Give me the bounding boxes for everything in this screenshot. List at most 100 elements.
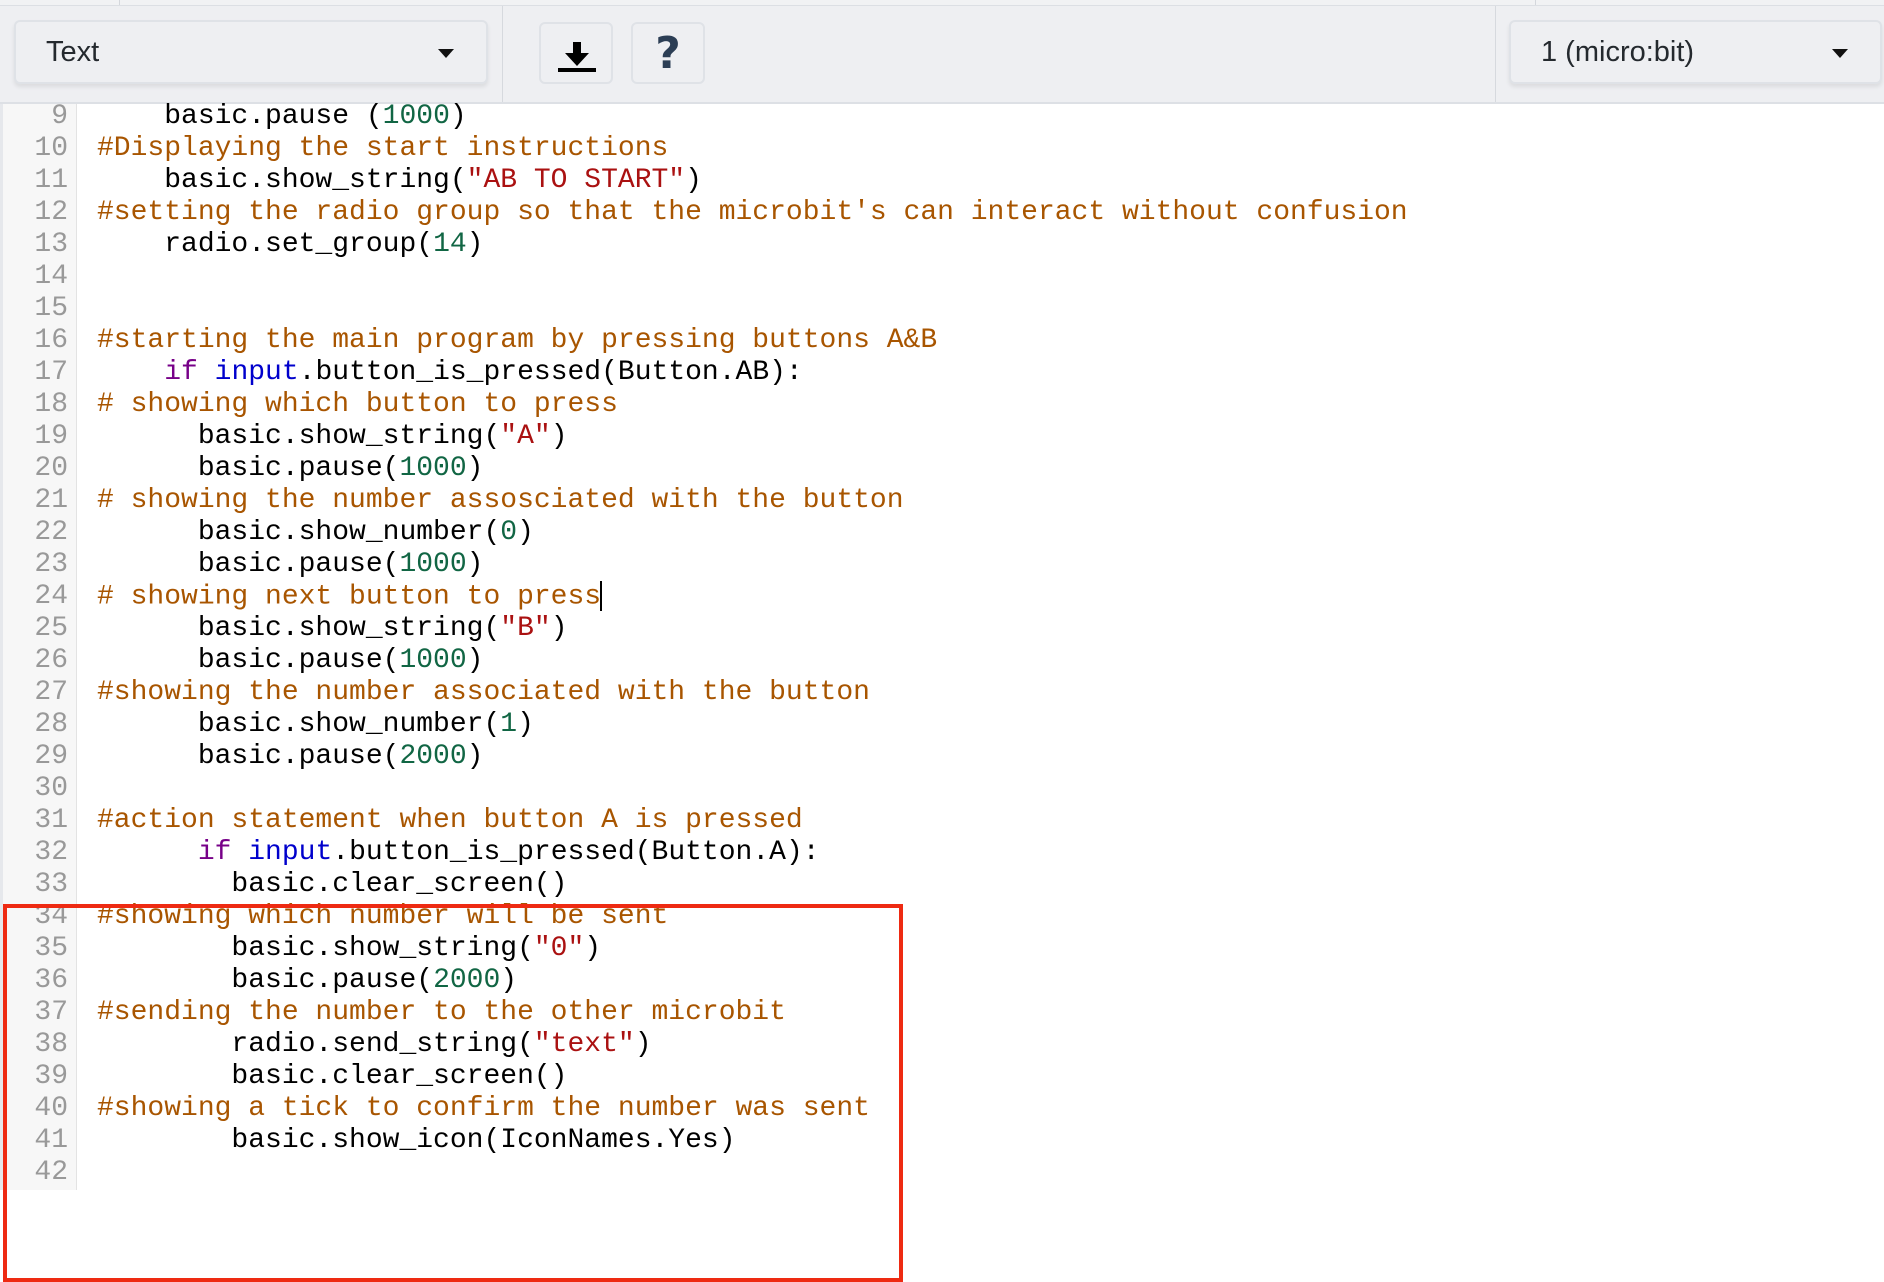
line-number: 42 xyxy=(34,1157,68,1188)
code-text: #showing which number will be sent xyxy=(97,901,668,933)
token-plain: basic.show_string( xyxy=(97,613,501,644)
code-text: basic.show_number(0) xyxy=(97,517,534,549)
token-comment: # showing the number assosciated with th… xyxy=(97,485,904,516)
line-number: 13 xyxy=(34,229,68,260)
token-number: 1000 xyxy=(382,101,450,132)
language-select-value: Text xyxy=(46,36,100,68)
device-select[interactable]: 1 (micro:bit) xyxy=(1509,20,1882,84)
line-number: 38 xyxy=(34,1029,68,1060)
token-plain: ) xyxy=(449,101,467,132)
token-comment: # showing next button to press xyxy=(97,581,602,613)
line-number: 28 xyxy=(34,709,68,740)
code-text: if input.button_is_pressed(Button.A): xyxy=(97,837,820,869)
code-text: if input.button_is_pressed(Button.AB): xyxy=(97,357,803,389)
token-plain: .button_is_pressed(Button.A): xyxy=(332,837,820,868)
code-text: basic.show_string("0") xyxy=(97,933,601,965)
token-plain: radio.set_group( xyxy=(97,229,434,260)
token-plain: ) xyxy=(550,421,568,452)
code-editor[interactable]: 9 basic.pause (1000) 10 #Displaying the st… xyxy=(0,101,1884,1282)
token-number: 0 xyxy=(500,517,518,548)
token-plain: ) xyxy=(466,453,484,484)
text-cursor xyxy=(600,581,603,611)
token-number: 1000 xyxy=(399,549,467,580)
token-plain: ) xyxy=(517,517,534,548)
line-number: 21 xyxy=(34,485,68,516)
token-plain: basic.show_string( xyxy=(97,421,501,452)
token-number: 14 xyxy=(433,229,467,260)
token-number: 1000 xyxy=(399,645,467,676)
code-text: # showing the number assosciated with th… xyxy=(97,485,904,517)
line-number: 24 xyxy=(34,581,68,612)
language-select[interactable]: Text xyxy=(14,20,488,84)
token-comment: #showing which number will be sent xyxy=(97,901,669,932)
token-plain: ) xyxy=(685,165,702,196)
line-number: 27 xyxy=(34,677,68,708)
code-text: basic.show_string("AB TO START") xyxy=(97,165,702,197)
token-number: 2000 xyxy=(433,965,501,996)
token-plain: ) xyxy=(550,613,568,644)
token-plain: radio.send_string( xyxy=(97,1029,534,1060)
token-plain: basic.show_number( xyxy=(97,517,501,548)
line-number: 33 xyxy=(34,869,68,900)
code-text: basic.pause(1000) xyxy=(97,645,484,677)
token-plain: basic.show_number( xyxy=(97,709,501,740)
token-keyword: if xyxy=(164,357,198,388)
line-number: 25 xyxy=(34,613,68,644)
token-plain: ) xyxy=(500,965,518,996)
token-plain: basic.pause( xyxy=(97,549,400,580)
token-builtin: input xyxy=(248,837,333,868)
line-number: 41 xyxy=(34,1125,68,1156)
token-plain: basic.pause( xyxy=(97,453,400,484)
code-text: #action statement when button A is press… xyxy=(97,805,803,837)
code-text: #setting the radio group so that the mic… xyxy=(97,197,1408,229)
token-plain: basic.pause ( xyxy=(97,101,383,132)
line-number: 30 xyxy=(34,773,68,804)
help-button[interactable]: ? xyxy=(631,22,705,84)
line-number: 18 xyxy=(34,389,68,420)
line-number: 40 xyxy=(34,1093,68,1124)
line-number: 36 xyxy=(34,965,68,996)
code-text: #showing a tick to confirm the number wa… xyxy=(97,1093,870,1125)
line-number: 37 xyxy=(34,997,68,1028)
download-button[interactable] xyxy=(539,22,613,84)
line-number: 10 xyxy=(34,133,68,164)
token-comment: #showing a tick to confirm the number wa… xyxy=(97,1093,870,1124)
line-number: 29 xyxy=(34,741,68,772)
line-number: 16 xyxy=(34,325,68,356)
chevron-down-icon xyxy=(438,49,454,58)
toolbar-divider xyxy=(1495,6,1496,102)
line-number: 19 xyxy=(34,421,68,452)
code-text: basic.show_string("A") xyxy=(97,421,568,453)
download-icon xyxy=(558,42,596,72)
line-number: 9 xyxy=(51,101,68,132)
line-number: 11 xyxy=(34,165,68,196)
token-number: 1000 xyxy=(399,453,467,484)
token-string: "0" xyxy=(533,933,585,964)
code-text: radio.set_group(14) xyxy=(97,229,483,261)
token-string: "B" xyxy=(500,613,551,644)
token-plain: ) xyxy=(466,549,484,580)
token-plain: ) xyxy=(466,229,484,260)
code-text: basic.pause(1000) xyxy=(97,549,484,581)
code-text: radio.send_string("text") xyxy=(97,1029,652,1061)
code-text: basic.pause(2000) xyxy=(97,965,517,997)
code-text: #sending the number to the other microbi… xyxy=(97,997,786,1029)
editor-toolbar: Text ? 1 (micro:bit) xyxy=(0,6,1884,104)
token-plain: basic.pause( xyxy=(97,741,400,772)
line-number: 15 xyxy=(34,293,68,324)
line-number: 39 xyxy=(34,1061,68,1092)
line-number: 14 xyxy=(34,261,68,292)
token-string: "text" xyxy=(533,1029,635,1060)
token-plain: basic.show_icon(IconNames.Yes) xyxy=(97,1125,736,1156)
token-comment: #sending the number to the other microbi… xyxy=(97,997,786,1028)
token-plain: basic.show_string( xyxy=(97,165,467,196)
token-comment: #showing the number associated with the … xyxy=(97,677,870,708)
token-plain: basic.pause( xyxy=(97,645,400,676)
token-plain: ) xyxy=(634,1029,652,1060)
line-number: 20 xyxy=(34,453,68,484)
line-number: 26 xyxy=(34,645,68,676)
code-text: basic.clear_screen() xyxy=(97,1061,567,1093)
code-text: basic.show_number(1) xyxy=(97,709,534,741)
